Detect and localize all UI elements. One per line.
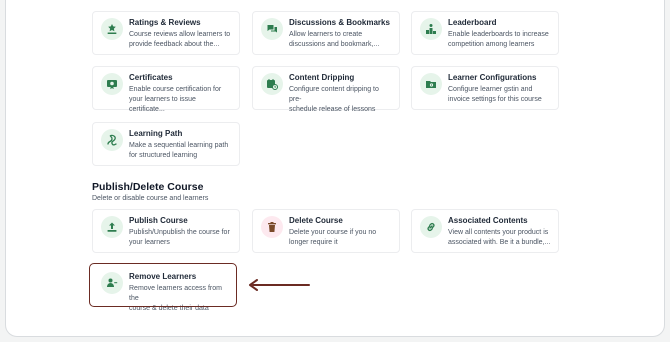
card-title: Content Dripping bbox=[289, 73, 355, 82]
star-hand-icon bbox=[101, 18, 123, 40]
pointer-arrow-icon bbox=[249, 279, 310, 291]
user-minus-icon bbox=[101, 272, 123, 294]
card-title: Leaderboard bbox=[448, 18, 497, 27]
card-title: Remove Learners bbox=[129, 272, 197, 281]
content-dripping-card[interactable]: Content Dripping Configure content dripp… bbox=[252, 66, 400, 113]
card-description: Delete your course if you no longer requ… bbox=[289, 229, 377, 246]
discussions-bookmarks-card[interactable]: Discussions & Bookmarks Allow learners t… bbox=[252, 11, 400, 55]
section-title: Publish/Delete Course bbox=[92, 181, 204, 193]
leaderboard-card[interactable]: Leaderboard Enable leaderboards to incre… bbox=[411, 11, 559, 55]
card-description: Make a sequential learning path for stru… bbox=[129, 142, 229, 159]
ratings-reviews-card[interactable]: Ratings & Reviews Course reviews allow l… bbox=[92, 11, 240, 55]
delete-course-card[interactable]: Delete Course Delete your course if you … bbox=[252, 209, 400, 253]
card-description: Configure learner gstin and invoice sett… bbox=[448, 86, 542, 103]
associated-contents-card[interactable]: Associated Contents View all contents yo… bbox=[411, 209, 559, 253]
card-title: Associated Contents bbox=[448, 216, 528, 225]
link-icon bbox=[420, 216, 442, 238]
remove-learners-card[interactable]: Remove Learners Remove learners access f… bbox=[92, 265, 240, 312]
learner-configurations-card[interactable]: Learner Configurations Configure learner… bbox=[411, 66, 559, 110]
publish-course-card[interactable]: Publish Course Publish/Unpublish the cou… bbox=[92, 209, 240, 253]
card-title: Certificates bbox=[129, 73, 173, 82]
card-title: Learner Configurations bbox=[448, 73, 537, 82]
podium-icon bbox=[420, 18, 442, 40]
card-description: Enable course certification for your lea… bbox=[129, 86, 222, 113]
card-description: Remove learners access from the course &… bbox=[129, 285, 222, 312]
path-icon bbox=[101, 129, 123, 151]
card-description: Enable leaderboards to increase competit… bbox=[448, 31, 549, 48]
card-title: Discussions & Bookmarks bbox=[289, 18, 390, 27]
trash-icon bbox=[261, 216, 283, 238]
card-title: Learning Path bbox=[129, 129, 183, 138]
card-title: Ratings & Reviews bbox=[129, 18, 201, 27]
chat-bubbles-icon bbox=[261, 18, 283, 40]
card-description: Course reviews allow learners to provide… bbox=[129, 31, 231, 48]
card-description: View all contents your product is associ… bbox=[448, 229, 551, 246]
certificates-card[interactable]: Certificates Enable course certification… bbox=[92, 66, 240, 113]
learning-path-card[interactable]: Learning Path Make a sequential learning… bbox=[92, 122, 240, 166]
card-description: Allow learners to create discussions and… bbox=[289, 31, 380, 48]
upload-icon bbox=[101, 216, 123, 238]
section-subtitle: Delete or disable course and learners bbox=[92, 195, 209, 202]
card-title: Delete Course bbox=[289, 216, 343, 225]
card-description: Publish/Unpublish the course for your le… bbox=[129, 229, 230, 246]
card-description: Configure content dripping to pre- sched… bbox=[289, 86, 379, 113]
folder-gear-icon bbox=[420, 73, 442, 95]
calendar-clock-icon bbox=[261, 73, 283, 95]
card-title: Publish Course bbox=[129, 216, 188, 225]
certificate-icon bbox=[101, 73, 123, 95]
